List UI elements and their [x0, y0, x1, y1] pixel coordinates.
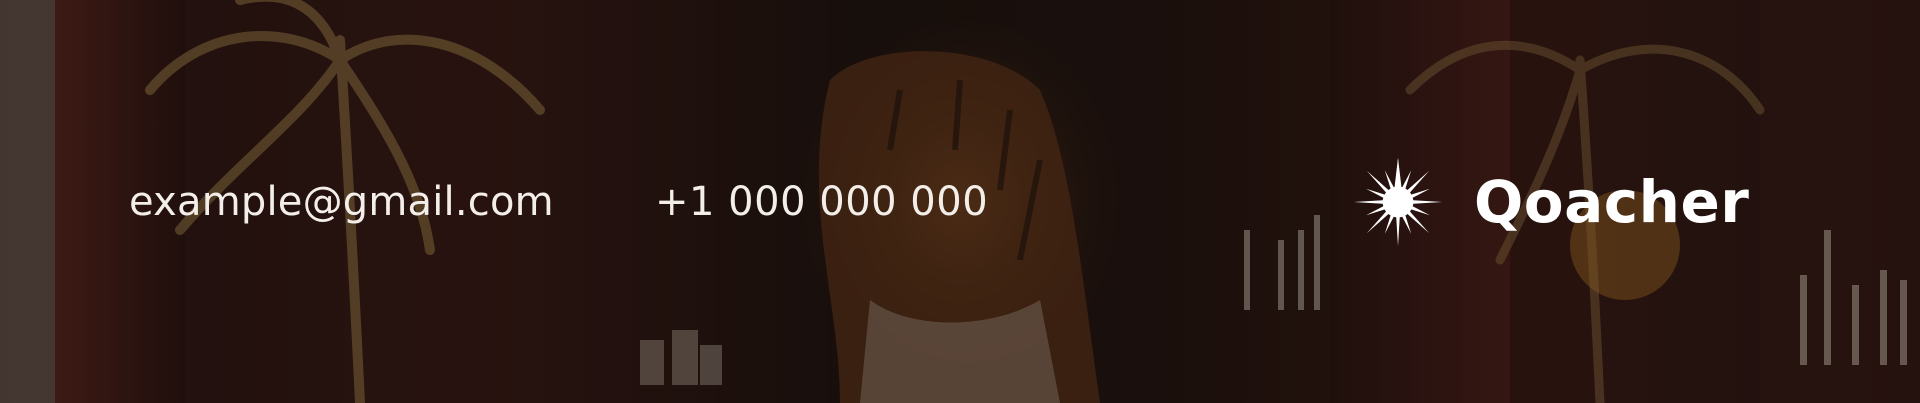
- brand-logo[interactable]: Qoacher: [1350, 0, 1749, 403]
- starburst-logo-icon: [1353, 157, 1443, 246]
- contact-phone[interactable]: +1 000 000 000: [655, 0, 988, 403]
- contact-email[interactable]: example@gmail.com: [129, 0, 554, 403]
- brand-name: Qoacher: [1474, 167, 1750, 236]
- header-banner: example@gmail.com +1 000 000 000 Qoacher: [0, 0, 1920, 403]
